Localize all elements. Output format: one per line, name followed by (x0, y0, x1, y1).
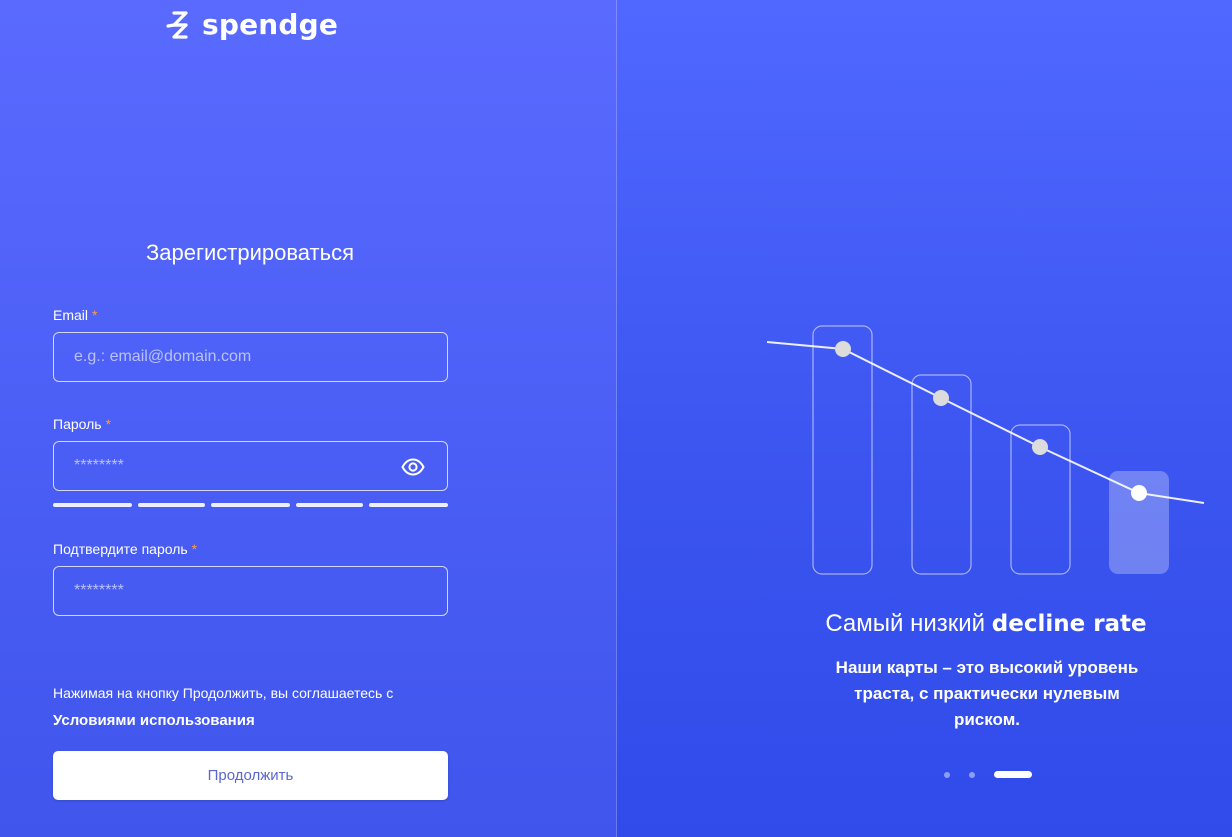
password-strength-meter (53, 503, 448, 507)
email-label-text: Email (53, 307, 89, 323)
signup-page: spendge Зарегистрироваться Email* Пароль… (0, 0, 1232, 837)
terms-link[interactable]: Условиями использования (53, 707, 473, 734)
promo-title-highlight: decline rate (991, 611, 1147, 637)
promo-title-prefix: Самый низкий (825, 610, 986, 637)
illustration-point (835, 341, 851, 357)
strength-segment (138, 503, 205, 507)
spendge-logo-icon (166, 11, 188, 39)
password-field[interactable] (54, 442, 447, 490)
terms-text: Нажимая на кнопку Продолжить, вы соглаша… (53, 685, 394, 701)
eye-icon[interactable] (401, 455, 425, 479)
carousel-dot-1[interactable] (944, 771, 950, 778)
form-title: Зарегистрироваться (145, 240, 355, 265)
illustration-bar (812, 325, 873, 575)
decline-rate-illustration (766, 325, 1205, 575)
promo-text: Наши карты – это высокий уровень траста,… (835, 658, 1139, 729)
email-label: Email * (53, 306, 97, 324)
password-label-text: Пароль (53, 416, 102, 432)
promo-title: Самый низкий decline rate (617, 609, 1232, 639)
brand-logo[interactable]: spendge (164, 9, 338, 41)
carousel-dot-2[interactable] (969, 771, 975, 778)
carousel-dots (944, 771, 1032, 778)
required-mark: * (191, 541, 198, 557)
continue-button[interactable]: Продолжить (53, 751, 448, 800)
email-field-box (53, 332, 448, 382)
carousel-dot-3[interactable] (994, 771, 1032, 778)
confirm-password-label: Подтвердите пароль * (53, 540, 197, 558)
promo-panel: Самый низкий decline rate Наши карты – э… (617, 0, 1232, 837)
confirm-password-field-box (53, 566, 448, 616)
email-field[interactable] (54, 333, 447, 381)
password-label: Пароль * (53, 415, 111, 433)
illustration-point (1032, 439, 1048, 455)
illustration-point (933, 390, 949, 406)
illustration-point (1131, 485, 1147, 501)
strength-segment (296, 503, 363, 507)
strength-segment (369, 503, 448, 507)
strength-segment (53, 503, 132, 507)
terms-notice: Нажимая на кнопку Продолжить, вы соглаша… (53, 680, 473, 734)
confirm-password-field[interactable] (54, 567, 447, 615)
password-field-box (53, 441, 448, 491)
required-mark: * (105, 416, 112, 432)
strength-segment (211, 503, 290, 507)
required-mark: * (92, 307, 98, 323)
signup-panel: spendge Зарегистрироваться Email* Пароль… (0, 0, 617, 837)
brand-name: spendge (202, 8, 339, 41)
confirm-password-label-text: Подтвердите пароль (53, 541, 188, 557)
